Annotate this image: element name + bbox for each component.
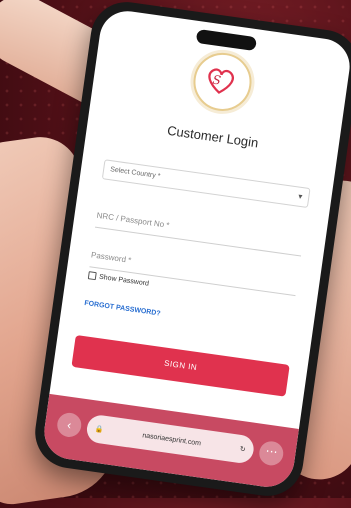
nrc-passport-input[interactable]: NRC / Passport No * [94, 206, 304, 257]
reload-icon[interactable]: ↻ [239, 445, 246, 454]
show-password-checkbox[interactable] [87, 271, 97, 281]
nrc-passport-placeholder: NRC / Passport No * [96, 210, 170, 230]
lock-icon: 🔒 [94, 425, 105, 434]
phone-body: S Customer Login Select Country * ▾ NRC … [30, 0, 351, 501]
show-password-label: Show Password [98, 273, 150, 288]
page-title: Customer Login [166, 122, 260, 151]
url-text: nasoriaesprint.com [141, 431, 202, 447]
phone: S Customer Login Select Country * ▾ NRC … [0, 0, 351, 501]
chevron-left-icon[interactable]: ‹ [55, 411, 83, 439]
brand-logo: S [189, 49, 256, 115]
phone-screen: S Customer Login Select Country * ▾ NRC … [40, 7, 351, 491]
more-icon[interactable]: ⋯ [257, 439, 285, 467]
sign-in-button[interactable]: SIGN IN [71, 334, 290, 397]
url-bar[interactable]: 🔒 nasoriaesprint.com ↻ [85, 413, 256, 465]
svg-text:S: S [212, 73, 222, 88]
password-input[interactable]: Password * [89, 246, 299, 297]
phone-notch [195, 28, 258, 52]
forgot-password-link[interactable]: FORGOT PASSWORD? [84, 300, 161, 318]
password-placeholder: Password * [90, 250, 132, 265]
browser-bottom-bar: ‹ 🔒 nasoriaesprint.com ↻ ⋯ [40, 393, 299, 491]
country-select-label: Select Country * [109, 166, 161, 181]
chevron-down-icon: ▾ [297, 191, 303, 202]
country-select[interactable]: Select Country * ▾ [101, 159, 311, 209]
